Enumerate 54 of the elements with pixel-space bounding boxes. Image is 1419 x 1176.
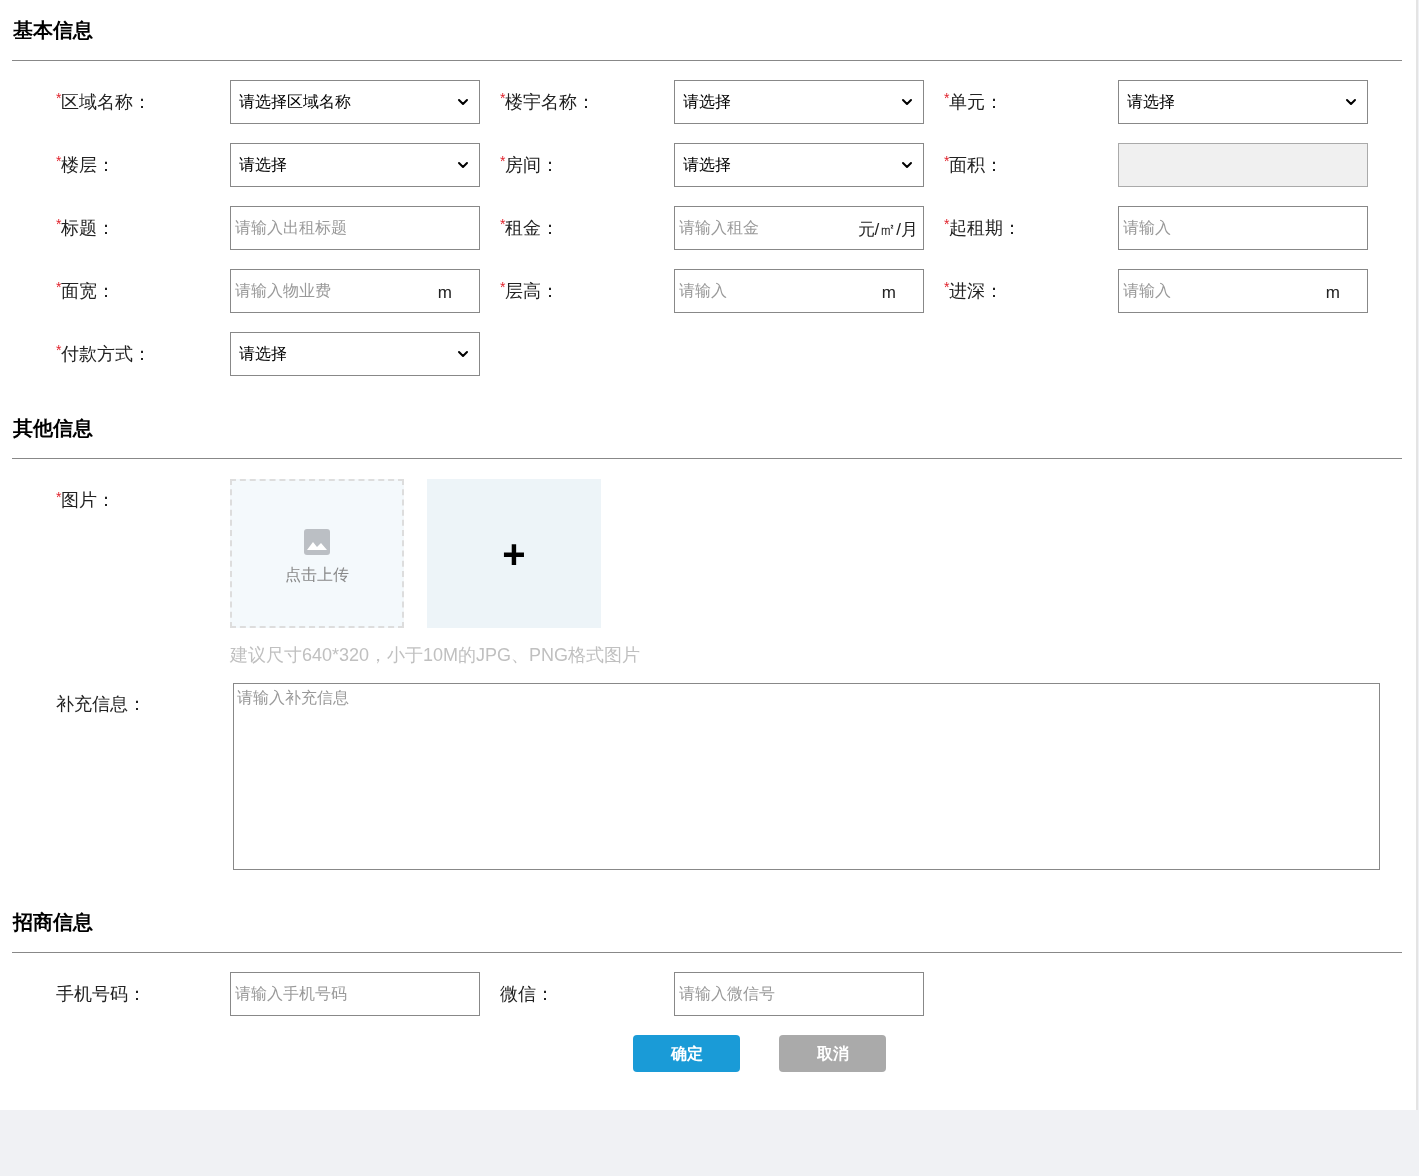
input-field[interactable]: 请输入出租标题: [230, 206, 480, 250]
field-label: 单元：: [949, 90, 1004, 114]
field-label: 面积：: [949, 153, 1004, 177]
field-label: 微信：: [500, 982, 554, 1006]
required-asterisk: *: [500, 277, 506, 295]
field-label: 层高：: [505, 279, 560, 303]
unit-label: m: [881, 282, 896, 304]
select-field[interactable]: 请选择: [230, 143, 480, 187]
required-asterisk: *: [56, 277, 62, 295]
required-asterisk: *: [56, 214, 62, 232]
field-label: 进深：: [949, 279, 1004, 303]
field-label: 手机号码：: [56, 982, 146, 1006]
field-label: 房间：: [505, 153, 560, 177]
upload-text: 点击上传: [285, 564, 349, 585]
field-label: 楼层：: [61, 153, 116, 177]
required-asterisk: *: [944, 277, 950, 295]
required-asterisk: *: [944, 88, 950, 106]
add-image-button[interactable]: +: [427, 479, 601, 628]
unit-label: m: [1325, 282, 1340, 304]
required-asterisk: *: [56, 151, 62, 169]
image-icon: [304, 528, 330, 555]
required-asterisk: *: [944, 214, 950, 232]
field-label: 补充信息：: [56, 694, 146, 714]
required-asterisk: *: [56, 488, 62, 505]
input-field[interactable]: 请输入微信号: [674, 972, 924, 1016]
field-label: 区域名称：: [61, 90, 152, 114]
field-label: 楼宇名称：: [505, 90, 596, 114]
field-label: 租金：: [505, 216, 560, 240]
select-field[interactable]: 请选择: [230, 332, 480, 376]
select-field[interactable]: 请选择: [674, 80, 924, 124]
required-asterisk: *: [944, 151, 950, 169]
upload-hint: 建议尺寸640*320，小于10M的JPG、PNG格式图片: [230, 644, 641, 667]
section-title: 基本信息: [12, 18, 94, 43]
field-label: 图片：: [61, 489, 116, 512]
input-field[interactable]: 请输入手机号码: [230, 972, 480, 1016]
field-label: 付款方式：: [61, 342, 152, 366]
input-field[interactable]: 请输入: [1118, 206, 1368, 250]
section-title: 其他信息: [12, 416, 94, 441]
unit-label: m: [437, 282, 452, 304]
field-label: 标题：: [61, 216, 116, 240]
upload-box[interactable]: 点击上传: [230, 479, 404, 628]
field-label: 起租期：: [949, 216, 1022, 240]
required-asterisk: *: [500, 151, 506, 169]
select-field[interactable]: 请选择区域名称: [230, 80, 480, 124]
field-label: 面宽：: [61, 279, 116, 303]
required-asterisk: *: [56, 340, 62, 358]
unit-label: 元/㎡/月: [857, 219, 918, 241]
select-field[interactable]: 请选择: [674, 143, 924, 187]
section-title: 招商信息: [12, 910, 94, 935]
select-field[interactable]: 请选择: [1118, 80, 1368, 124]
required-asterisk: *: [500, 214, 506, 232]
notes-textarea[interactable]: 请输入补充信息: [233, 683, 1380, 870]
required-asterisk: *: [500, 88, 506, 106]
required-asterisk: *: [56, 88, 62, 106]
